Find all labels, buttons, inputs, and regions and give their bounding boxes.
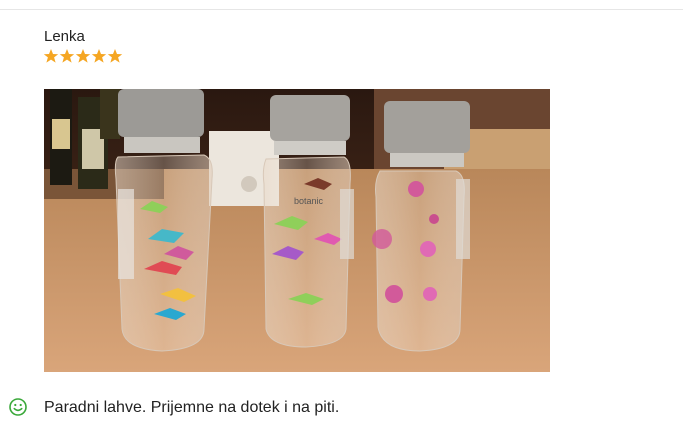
review-author: Lenka <box>44 28 85 45</box>
bottle-dino-purple: botanic <box>262 95 354 348</box>
star-icon <box>43 49 59 63</box>
bottle-dino <box>114 89 213 352</box>
star-icon <box>107 49 123 63</box>
review-text: Paradni lahve. Prijemne na dotek i na pi… <box>44 399 340 416</box>
smiley-positive-icon <box>9 398 27 416</box>
bottle-label: botanic <box>294 196 324 206</box>
star-icon <box>91 49 107 63</box>
star-icon <box>59 49 75 63</box>
bottle-flowers <box>372 101 470 352</box>
star-icon <box>75 49 91 63</box>
star-rating <box>43 48 123 64</box>
review-photo[interactable]: botanic <box>44 89 550 372</box>
top-divider <box>0 9 683 10</box>
